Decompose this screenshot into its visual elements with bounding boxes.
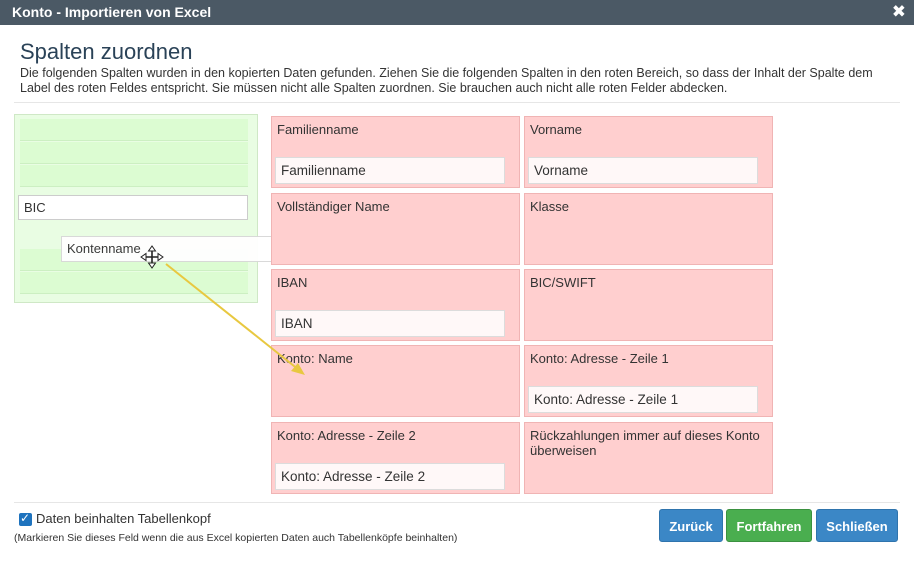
header-row-checkbox-label[interactable]: Daten beinhalten Tabellenkopf [36, 511, 211, 526]
continue-button[interactable]: Fortfahren [726, 509, 812, 542]
close-button[interactable]: Schließen [816, 509, 898, 542]
header-row-hint: (Markieren Sie dieses Feld wenn die aus … [14, 532, 458, 544]
header-row-checkbox[interactable]: ✓ [19, 511, 32, 526]
drag-overlay [140, 245, 305, 375]
footer-divider [14, 502, 900, 503]
back-button[interactable]: Zurück [659, 509, 723, 542]
drag-arrow-icon [165, 263, 305, 375]
checkmark-icon: ✓ [20, 511, 31, 525]
move-cursor-icon [140, 245, 164, 269]
